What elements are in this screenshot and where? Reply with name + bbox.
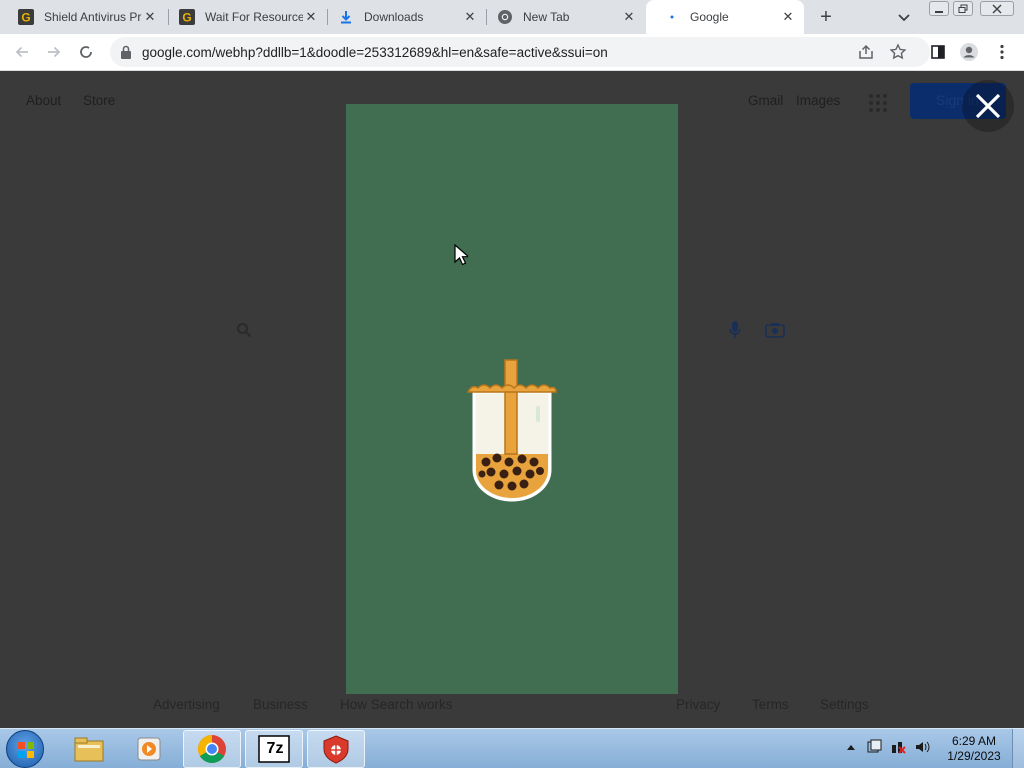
download-icon <box>338 9 354 25</box>
taskbar-7zip[interactable]: 7z <box>245 730 303 768</box>
gmail-link[interactable]: Gmail <box>748 93 783 108</box>
show-hidden-icons-icon[interactable] <box>843 739 859 755</box>
tab-search-chevron-icon[interactable] <box>895 8 913 26</box>
back-arrow-icon <box>15 46 28 58</box>
tab-downloads[interactable]: Downloads ✕ <box>320 0 486 34</box>
loading-spinner-icon <box>80 46 92 58</box>
bookmark-button[interactable] <box>888 42 908 62</box>
tab-close-icon[interactable]: ✕ <box>621 9 637 25</box>
g-icon: G <box>18 9 34 25</box>
avatar-icon <box>960 43 978 61</box>
url-text: google.com/webhp?ddllb=1&doodle=25331268… <box>142 45 608 60</box>
kebab-menu-icon <box>1000 44 1004 60</box>
side-panel-icon <box>931 45 945 59</box>
forward-arrow-icon <box>48 46 61 58</box>
g-icon: G <box>179 9 195 25</box>
lock-icon <box>121 45 131 59</box>
google-homepage: About Store Gmail Images Sign in Adverti… <box>0 72 1024 728</box>
close-icon <box>975 93 1001 119</box>
back-button[interactable] <box>12 42 32 62</box>
reload-button[interactable] <box>76 42 96 62</box>
action-center-icon[interactable] <box>866 739 882 755</box>
tab-title: Google <box>690 10 729 24</box>
7zip-label: 7z <box>266 740 284 757</box>
side-panel-button[interactable] <box>928 42 948 62</box>
taskbar-shield-antivirus[interactable] <box>307 730 365 768</box>
tab-title: Shield Antivirus Pr <box>44 10 142 24</box>
new-tab-button[interactable]: + <box>815 6 837 28</box>
volume-icon[interactable] <box>914 739 930 755</box>
settings-link[interactable]: Settings <box>820 697 869 712</box>
address-bar[interactable]: google.com/webhp?ddllb=1&doodle=25331268… <box>110 37 930 67</box>
svg-text:G: G <box>182 11 191 25</box>
share-button[interactable] <box>856 42 876 62</box>
tab-google[interactable]: Google ✕ <box>646 0 804 34</box>
browser-toolbar: google.com/webhp?ddllb=1&doodle=25331268… <box>0 34 1024 71</box>
search-icon <box>237 323 252 338</box>
profile-button[interactable] <box>959 42 979 62</box>
restore-icon <box>958 4 968 13</box>
advertising-link[interactable]: Advertising <box>153 697 220 712</box>
close-doodle-button[interactable] <box>962 80 1014 132</box>
business-link[interactable]: Business <box>253 697 308 712</box>
tab-title: Downloads <box>364 10 424 24</box>
camera-search-icon[interactable] <box>765 322 785 338</box>
windows-taskbar: 7z 6:29 AM 1/29/2023 <box>0 728 1024 768</box>
how-search-works-link[interactable]: How Search works <box>340 697 453 712</box>
store-link[interactable]: Store <box>83 93 115 108</box>
tab-close-icon[interactable]: ✕ <box>780 9 796 25</box>
close-window-button[interactable] <box>980 1 1014 16</box>
svg-text:G: G <box>21 11 30 25</box>
loading-icon <box>664 9 680 25</box>
terms-link[interactable]: Terms <box>752 697 789 712</box>
share-icon <box>859 44 873 59</box>
close-icon <box>992 4 1002 13</box>
shield-antivirus-icon <box>323 735 349 764</box>
system-clock[interactable]: 6:29 AM 1/29/2023 <box>938 734 1010 764</box>
tab-title: Wait For Resource <box>205 10 303 24</box>
clock-date: 1/29/2023 <box>947 749 1001 763</box>
tab-close-icon[interactable]: ✕ <box>462 9 478 25</box>
minimize-button[interactable] <box>929 1 949 16</box>
taskbar-file-explorer[interactable] <box>60 730 118 768</box>
tab-wait-for-resource[interactable]: G Wait For Resource ✕ <box>161 0 327 34</box>
menu-button[interactable] <box>992 42 1012 62</box>
network-icon[interactable] <box>890 739 906 755</box>
images-link[interactable]: Images <box>796 93 840 108</box>
media-player-icon <box>137 737 161 761</box>
file-explorer-icon <box>74 737 104 762</box>
clock-time: 6:29 AM <box>951 734 997 748</box>
chrome-icon <box>497 9 513 25</box>
about-link[interactable]: About <box>26 93 61 108</box>
taskbar-media-player[interactable] <box>121 730 179 768</box>
bubble-tea-cup-icon <box>466 359 557 502</box>
tab-shield-antivirus[interactable]: G Shield Antivirus Pr ✕ <box>0 0 166 34</box>
start-button[interactable] <box>6 730 44 768</box>
restore-button[interactable] <box>953 1 973 16</box>
show-desktop-button[interactable] <box>1012 729 1024 768</box>
tab-close-icon[interactable]: ✕ <box>142 9 158 25</box>
doodle-game-panel[interactable] <box>346 104 678 694</box>
google-apps-icon[interactable] <box>868 93 888 113</box>
forward-button[interactable] <box>44 42 64 62</box>
minimize-icon <box>935 10 943 13</box>
tab-new-tab[interactable]: New Tab ✕ <box>479 0 645 34</box>
taskbar-chrome[interactable] <box>183 730 241 768</box>
tab-title: New Tab <box>523 10 570 24</box>
mouse-cursor-icon <box>454 244 468 266</box>
privacy-link[interactable]: Privacy <box>676 697 720 712</box>
chrome-icon <box>198 735 226 763</box>
star-icon <box>889 43 907 60</box>
tab-close-icon[interactable]: ✕ <box>303 9 319 25</box>
tab-strip: G Shield Antivirus Pr ✕ G Wait For Resou… <box>0 0 1024 34</box>
microphone-icon[interactable] <box>728 320 742 340</box>
windows-logo-icon <box>18 742 34 758</box>
